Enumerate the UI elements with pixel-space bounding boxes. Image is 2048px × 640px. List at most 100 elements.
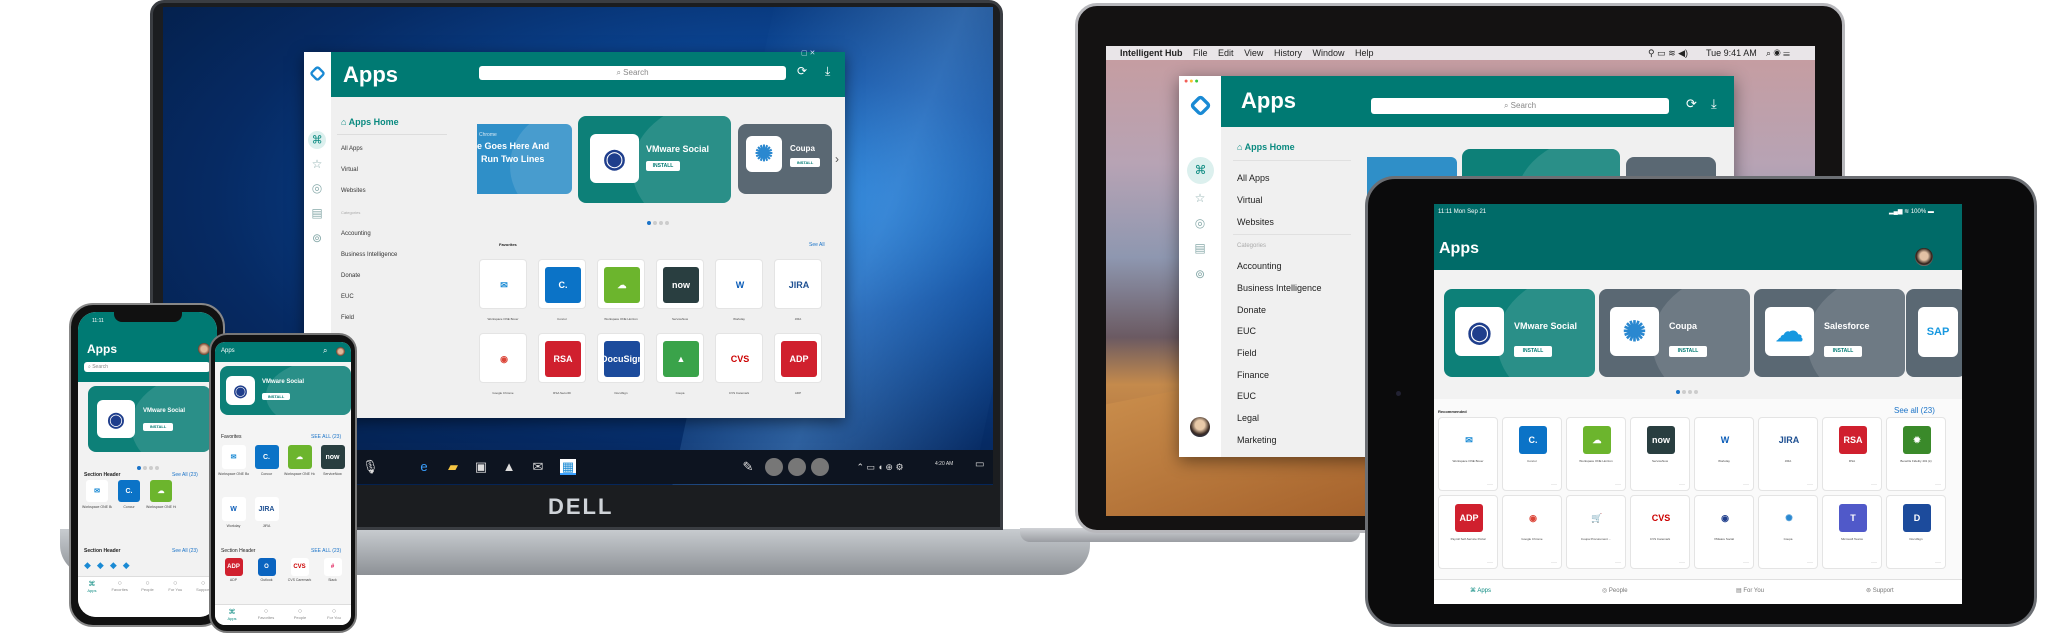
app-tile[interactable]: JIRA JIRA bbox=[774, 259, 822, 321]
tab-item[interactable]: ○ For You bbox=[161, 580, 189, 592]
featured-card[interactable]: ☁ Salesforce INSTALL bbox=[1754, 289, 1905, 377]
nav-marketing[interactable]: Marketing bbox=[1237, 435, 1277, 445]
app-tile[interactable]: CVS CVS Caremark bbox=[284, 556, 315, 596]
app-tile[interactable]: ✺ Coupa ··· bbox=[1758, 495, 1818, 569]
featured-card-vmware-social[interactable]: ◉ VMware Social INSTALL bbox=[88, 386, 211, 452]
more-options-icon[interactable]: ··· bbox=[1551, 560, 1557, 566]
featured-card-vmware-social[interactable]: ◉ VMware Social INSTALL bbox=[220, 366, 351, 415]
app-tile[interactable]: ADP Payroll Self-Service Portal ··· bbox=[1438, 495, 1498, 569]
more-options-icon[interactable]: ··· bbox=[1807, 560, 1813, 566]
edge-icon[interactable]: e bbox=[416, 459, 432, 475]
more-options-icon[interactable]: ··· bbox=[1871, 482, 1877, 488]
taskbar-circle-1[interactable] bbox=[765, 458, 783, 476]
user-avatar[interactable] bbox=[1190, 417, 1210, 437]
app-tile[interactable]: ✉ Workspace ONE Boxer ··· bbox=[1438, 417, 1498, 491]
mail-icon[interactable]: ✉ bbox=[530, 459, 546, 475]
more-options-icon[interactable]: ··· bbox=[1615, 482, 1621, 488]
app-tile[interactable]: CVS CVS Caremark ··· bbox=[1630, 495, 1690, 569]
app-tile[interactable]: ☁ Workspace ONE Horizon bbox=[597, 259, 645, 321]
carousel-next-arrow[interactable]: › bbox=[835, 152, 839, 166]
for-you-rail-icon[interactable]: ▤ bbox=[1190, 238, 1210, 258]
more-options-icon[interactable]: ··· bbox=[1487, 560, 1493, 566]
app-tile[interactable]: W Workday bbox=[218, 494, 249, 542]
featured-card-vmware-social[interactable]: ◉ VMware Social INSTALL bbox=[578, 116, 731, 203]
menu-clock[interactable]: Tue 9:41 AM bbox=[1706, 46, 1757, 60]
app-tile[interactable]: ✉ Workspace ONE Boxer bbox=[82, 478, 112, 518]
status-icons[interactable]: ⚲ ▭ ≋ ◀) bbox=[1648, 46, 1688, 60]
tab-item[interactable]: ○ Favorites bbox=[249, 608, 283, 620]
taskbar-circle-2[interactable] bbox=[788, 458, 806, 476]
app-tile[interactable]: ✹ Benefits Fidelity 401 (k) ··· bbox=[1886, 417, 1946, 491]
app-tile[interactable]: C. Concur bbox=[114, 478, 144, 518]
nav-donate[interactable]: Donate bbox=[1237, 305, 1266, 315]
see-all-link-2[interactable]: SEE ALL (23) bbox=[311, 548, 341, 554]
more-options-icon[interactable]: ··· bbox=[1935, 560, 1941, 566]
nav-legal[interactable]: Legal bbox=[1237, 413, 1259, 423]
app-tile[interactable]: C. Concur ··· bbox=[1502, 417, 1562, 491]
tab-apps[interactable]: ⌘ Apps bbox=[1470, 587, 1491, 594]
nav-accounting[interactable]: Accounting bbox=[1237, 261, 1282, 271]
menu-help[interactable]: Help bbox=[1355, 48, 1374, 58]
install-button[interactable]: INSTALL bbox=[790, 158, 820, 167]
more-options-icon[interactable]: ··· bbox=[1487, 482, 1493, 488]
see-all-link[interactable]: See all (23) bbox=[1894, 406, 1935, 415]
app-tile[interactable]: C. Concur bbox=[538, 259, 586, 321]
app-tile[interactable]: ☁ Workspace ONE Horizon bbox=[284, 442, 315, 490]
nav-euc[interactable]: EUC bbox=[341, 294, 354, 300]
for-you-rail-icon[interactable]: ▤ bbox=[307, 203, 327, 223]
tab-item[interactable]: ⌘ Apps bbox=[215, 608, 249, 621]
menu-file[interactable]: File bbox=[1193, 48, 1208, 58]
more-options-icon[interactable]: ··· bbox=[1679, 560, 1685, 566]
hub-taskbar-icon[interactable]: ▦ bbox=[560, 459, 576, 475]
search-input[interactable]: ⌕ Search bbox=[1371, 98, 1669, 114]
nav-euc-2[interactable]: EUC bbox=[1237, 391, 1256, 401]
support-rail-icon[interactable]: ⊚ bbox=[307, 228, 327, 248]
tab-item[interactable]: ○ People bbox=[283, 608, 317, 620]
more-options-icon[interactable]: ··· bbox=[1807, 482, 1813, 488]
nav-euc[interactable]: EUC bbox=[1237, 326, 1256, 336]
office-icon[interactable]: ▣ bbox=[473, 459, 489, 475]
apps-rail-icon[interactable]: ⌘ bbox=[1187, 157, 1214, 184]
app-tile[interactable]: RSA RSA SecurID bbox=[538, 333, 586, 395]
nav-field[interactable]: Field bbox=[1237, 348, 1257, 358]
app-tile[interactable]: D DocuSign ··· bbox=[1886, 495, 1946, 569]
carousel-page-dots[interactable] bbox=[646, 212, 670, 230]
menu-history[interactable]: History bbox=[1274, 48, 1302, 58]
nav-websites[interactable]: Websites bbox=[341, 188, 366, 194]
window-traffic-lights[interactable]: ●●● bbox=[1184, 78, 1200, 85]
nav-field[interactable]: Field bbox=[341, 315, 354, 321]
app-tile[interactable]: CVS CVS Caremark bbox=[715, 333, 763, 395]
menu-edit[interactable]: Edit bbox=[1218, 48, 1234, 58]
system-tray-icons[interactable]: ⌃ ▭ ◖ ⊕ ⚙ bbox=[845, 459, 915, 475]
nav-finance[interactable]: Finance bbox=[1237, 370, 1269, 380]
app-tile[interactable]: ✉ Workspace ONE Boxer bbox=[479, 259, 527, 321]
app-tile[interactable]: JIRA JIRA bbox=[251, 494, 282, 542]
see-all-link[interactable]: See All bbox=[809, 242, 825, 248]
app-tile[interactable]: ✉ Workspace ONE Boxer bbox=[218, 442, 249, 490]
app-tile[interactable]: # Slack bbox=[317, 556, 348, 596]
app-tile[interactable]: ☁ Workspace ONE Horizon bbox=[146, 478, 176, 518]
search-input[interactable]: ⌕ Search bbox=[84, 362, 210, 372]
refresh-icon[interactable]: ⟳ bbox=[1686, 96, 1697, 112]
app-tile[interactable]: ▲ Coupa bbox=[656, 333, 704, 395]
menu-window[interactable]: Window bbox=[1312, 48, 1344, 58]
featured-card-sap[interactable]: SAP bbox=[1906, 289, 1962, 377]
download-icon[interactable]: ⤓ bbox=[1711, 96, 1717, 112]
install-button[interactable]: INSTALL bbox=[646, 161, 680, 171]
carousel-page-dots[interactable] bbox=[1675, 381, 1699, 399]
app-tile[interactable]: ◉ Google Chrome ··· bbox=[1502, 495, 1562, 569]
app-tile[interactable]: C. Concur bbox=[251, 442, 282, 490]
install-button[interactable]: INSTALL bbox=[1514, 346, 1552, 357]
search-input[interactable]: ⌕ Search bbox=[479, 66, 786, 80]
app-tile[interactable]: W Workday bbox=[715, 259, 763, 321]
refresh-icon[interactable]: ⟳ bbox=[797, 64, 807, 78]
search-icon[interactable]: ⌕ bbox=[323, 346, 327, 356]
menu-app-name[interactable]: Intelligent Hub bbox=[1120, 48, 1183, 58]
notifications-icon[interactable]: ▭ bbox=[975, 459, 984, 470]
more-options-icon[interactable]: ··· bbox=[1679, 482, 1685, 488]
user-avatar[interactable] bbox=[336, 347, 345, 356]
more-options-icon[interactable]: ··· bbox=[1615, 560, 1621, 566]
nav-apps-home[interactable]: ⌂ Apps Home bbox=[1237, 142, 1295, 152]
promo-banner[interactable]: Chrome e Goes Here And Run Two Lines bbox=[477, 124, 572, 194]
app-tile[interactable]: W Workday ··· bbox=[1694, 417, 1754, 491]
